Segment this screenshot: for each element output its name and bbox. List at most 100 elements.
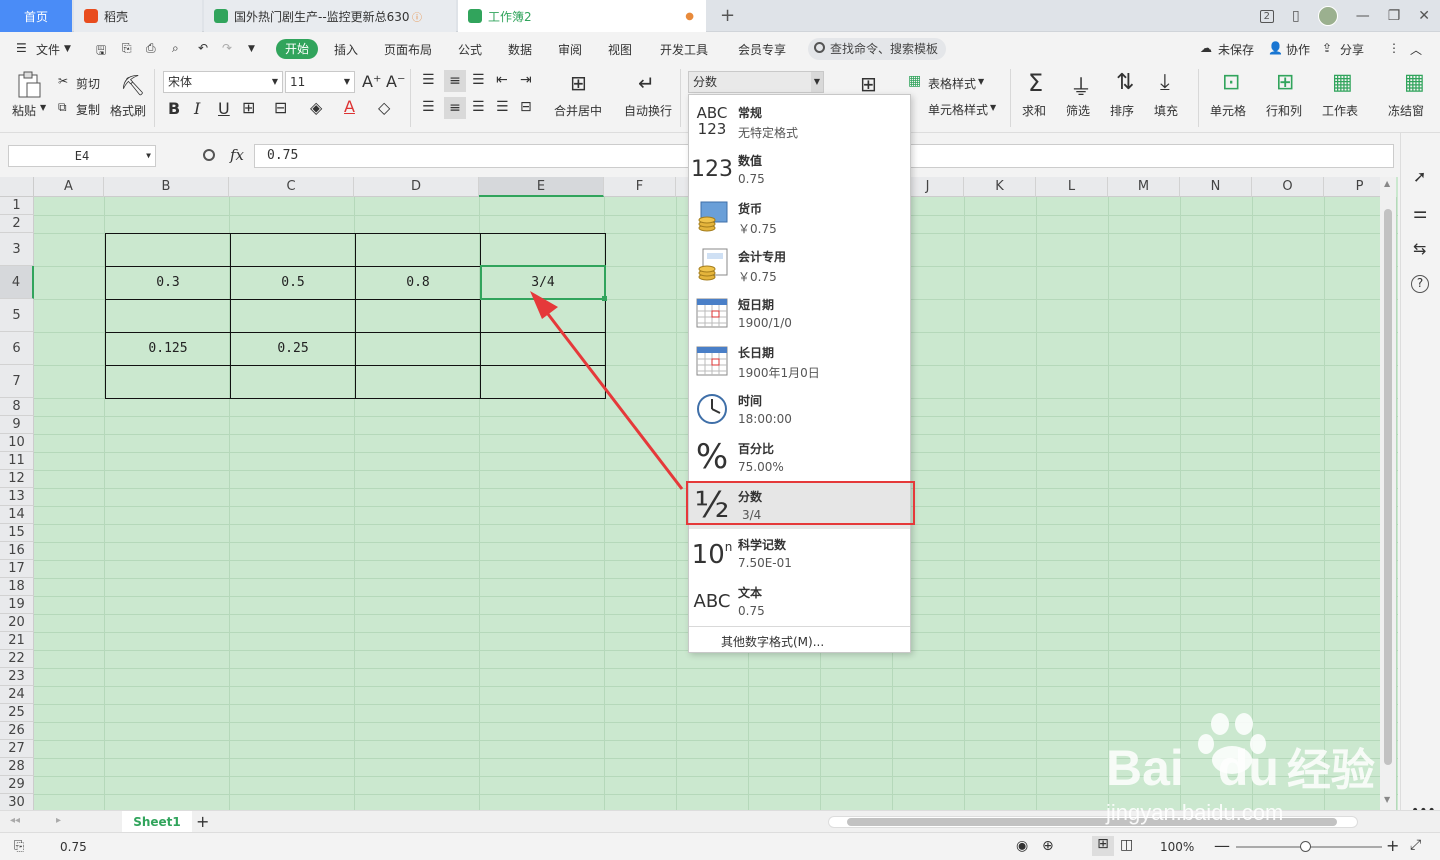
fx-icon[interactable]: fx xyxy=(230,146,244,164)
vertical-scroll-thumb[interactable] xyxy=(1384,209,1392,765)
export-icon[interactable]: ⎘ xyxy=(122,41,132,56)
menu-page-layout[interactable]: 页面布局 xyxy=(384,41,432,58)
column-header-a[interactable]: A xyxy=(34,177,104,197)
close-icon[interactable]: ✕ xyxy=(1418,8,1430,24)
page-view-icon[interactable]: ◫ xyxy=(1120,837,1133,853)
format-text[interactable]: ABC 文本 0.75 xyxy=(689,577,910,625)
sort-button[interactable]: 排序 xyxy=(1110,102,1134,119)
italic-icon[interactable]: I xyxy=(194,99,200,118)
center-icon[interactable]: ⊕ xyxy=(1042,838,1054,854)
cell-b4[interactable]: 0.3 xyxy=(106,275,230,290)
fullscreen-icon[interactable]: ⤢ xyxy=(1410,837,1421,853)
row-col-button[interactable]: 行和列 xyxy=(1266,102,1302,119)
column-header-d[interactable]: D xyxy=(354,177,479,197)
unsaved-status[interactable]: 未保存 xyxy=(1218,41,1254,58)
row-header-1[interactable]: 1 xyxy=(0,197,34,215)
cut-button[interactable]: 剪切 xyxy=(76,75,100,92)
collab-button[interactable]: 协作 xyxy=(1286,41,1310,58)
cell-b6[interactable]: 0.125 xyxy=(106,341,230,356)
wrap-text-button[interactable]: 自动换行 xyxy=(624,102,672,119)
indent-decrease-icon[interactable]: ⇤ xyxy=(496,72,508,88)
undo-icon[interactable]: ↶ xyxy=(198,41,208,55)
transfer-icon[interactable]: ⇆ xyxy=(1413,239,1426,258)
row-header-28[interactable]: 28 xyxy=(0,758,34,776)
format-long-date[interactable]: 长日期 1900年1月0日 xyxy=(689,337,910,385)
eye-protection-icon[interactable]: ◉ xyxy=(1016,838,1028,854)
align-right-icon[interactable]: ☰ xyxy=(472,99,485,115)
row-header-15[interactable]: 15 xyxy=(0,524,34,542)
worksheet-button[interactable]: 工作表 xyxy=(1322,102,1358,119)
format-painter-button[interactable]: 格式刷 xyxy=(110,102,146,119)
avatar[interactable] xyxy=(1317,6,1338,26)
conditional-format-icon[interactable]: ⊞ xyxy=(860,72,877,96)
cell-style-button[interactable]: 单元格样式 xyxy=(928,101,988,118)
format-scientific[interactable]: 10 n 科学记数 7.50E-01 xyxy=(689,529,910,577)
filter-button[interactable]: 筛选 xyxy=(1066,102,1090,119)
skin-icon[interactable]: ▯ xyxy=(1292,8,1300,24)
quick-access-more-icon[interactable]: ▼ xyxy=(248,44,255,54)
row-header-19[interactable]: 19 xyxy=(0,596,34,614)
chevron-down-icon[interactable]: ▼ xyxy=(990,103,996,112)
paste-button[interactable]: 粘贴 xyxy=(12,102,36,119)
column-header-e[interactable]: E xyxy=(479,177,604,197)
format-general[interactable]: ABC 123 常规 无特定格式 xyxy=(689,97,910,145)
redo-icon[interactable]: ↷ xyxy=(222,41,232,55)
align-top-icon[interactable]: ☰ xyxy=(422,72,435,88)
cell-c4[interactable]: 0.5 xyxy=(231,275,355,290)
unsaved-dot-icon[interactable]: ● xyxy=(685,11,694,22)
menu-data[interactable]: 数据 xyxy=(508,41,532,58)
row-header-10[interactable]: 10 xyxy=(0,434,34,452)
next-sheet-icon[interactable]: ▸ xyxy=(56,815,61,826)
name-box[interactable]: E4 ▼ xyxy=(8,145,156,167)
row-header-23[interactable]: 23 xyxy=(0,668,34,686)
align-middle-icon[interactable]: ≡ xyxy=(444,70,466,92)
merge-center-button[interactable]: 合并居中 xyxy=(554,102,602,119)
menu-review[interactable]: 审阅 xyxy=(558,41,582,58)
row-header-17[interactable]: 17 xyxy=(0,560,34,578)
collapse-ribbon-icon[interactable]: ︿ xyxy=(1410,41,1422,58)
print-icon[interactable]: ⎙ xyxy=(146,41,156,56)
row-header-8[interactable]: 8 xyxy=(0,398,34,416)
hamburger-icon[interactable]: ☰ xyxy=(16,41,27,55)
row-header-6[interactable]: 6 xyxy=(0,332,34,365)
scroll-up-icon[interactable]: ▲ xyxy=(1384,179,1390,188)
zoom-out-icon[interactable]: — xyxy=(1214,836,1230,855)
cell-button[interactable]: 单元格 xyxy=(1210,102,1246,119)
bold-icon[interactable]: B xyxy=(168,99,180,118)
row-header-20[interactable]: 20 xyxy=(0,614,34,632)
row-header-2[interactable]: 2 xyxy=(0,215,34,233)
help-icon[interactable]: ? xyxy=(1411,275,1429,293)
row-header-5[interactable]: 5 xyxy=(0,299,34,332)
justify-icon[interactable]: ☰ xyxy=(496,99,509,115)
add-sheet-icon[interactable]: + xyxy=(196,812,209,831)
zoom-in-icon[interactable]: + xyxy=(1386,836,1399,855)
row-header-12[interactable]: 12 xyxy=(0,470,34,488)
tab-docer[interactable]: 稻壳 xyxy=(74,0,202,32)
restore-icon[interactable]: ❐ xyxy=(1388,8,1401,24)
menu-developer[interactable]: 开发工具 xyxy=(660,41,708,58)
select-all-corner[interactable] xyxy=(0,177,34,197)
align-center-icon[interactable]: ≡ xyxy=(444,97,466,119)
table-style-button[interactable]: 表格样式 xyxy=(928,75,976,92)
format-time[interactable]: 时间 18:00:00 xyxy=(689,385,910,433)
column-header-l[interactable]: L xyxy=(1036,177,1108,197)
menu-insert[interactable]: 插入 xyxy=(334,41,358,58)
format-number[interactable]: 123 数值 0.75 xyxy=(689,145,910,193)
more-options-icon[interactable]: ⋮ xyxy=(1388,41,1400,55)
font-name-select[interactable]: 宋体 ▼ xyxy=(163,71,283,93)
clear-format-icon[interactable]: ◇ xyxy=(378,98,390,117)
sum-button[interactable]: 求和 xyxy=(1022,102,1046,119)
row-header-7[interactable]: 7 xyxy=(0,365,34,398)
border-style-icon[interactable]: ⊟ xyxy=(274,98,287,117)
row-header-30[interactable]: 30 xyxy=(0,794,34,810)
align-left-icon[interactable]: ☰ xyxy=(422,99,435,115)
column-header-n[interactable]: N xyxy=(1180,177,1252,197)
decrease-font-icon[interactable]: A⁻ xyxy=(386,72,405,91)
menu-view[interactable]: 视图 xyxy=(608,41,632,58)
column-header-c[interactable]: C xyxy=(229,177,354,197)
indent-increase-icon[interactable]: ⇥ xyxy=(520,72,532,88)
command-search[interactable]: 查找命令、搜索模板 xyxy=(808,38,946,60)
column-header-o[interactable]: O xyxy=(1252,177,1324,197)
column-header-m[interactable]: M xyxy=(1108,177,1180,197)
fill-color-icon[interactable]: ◈ xyxy=(310,98,322,117)
